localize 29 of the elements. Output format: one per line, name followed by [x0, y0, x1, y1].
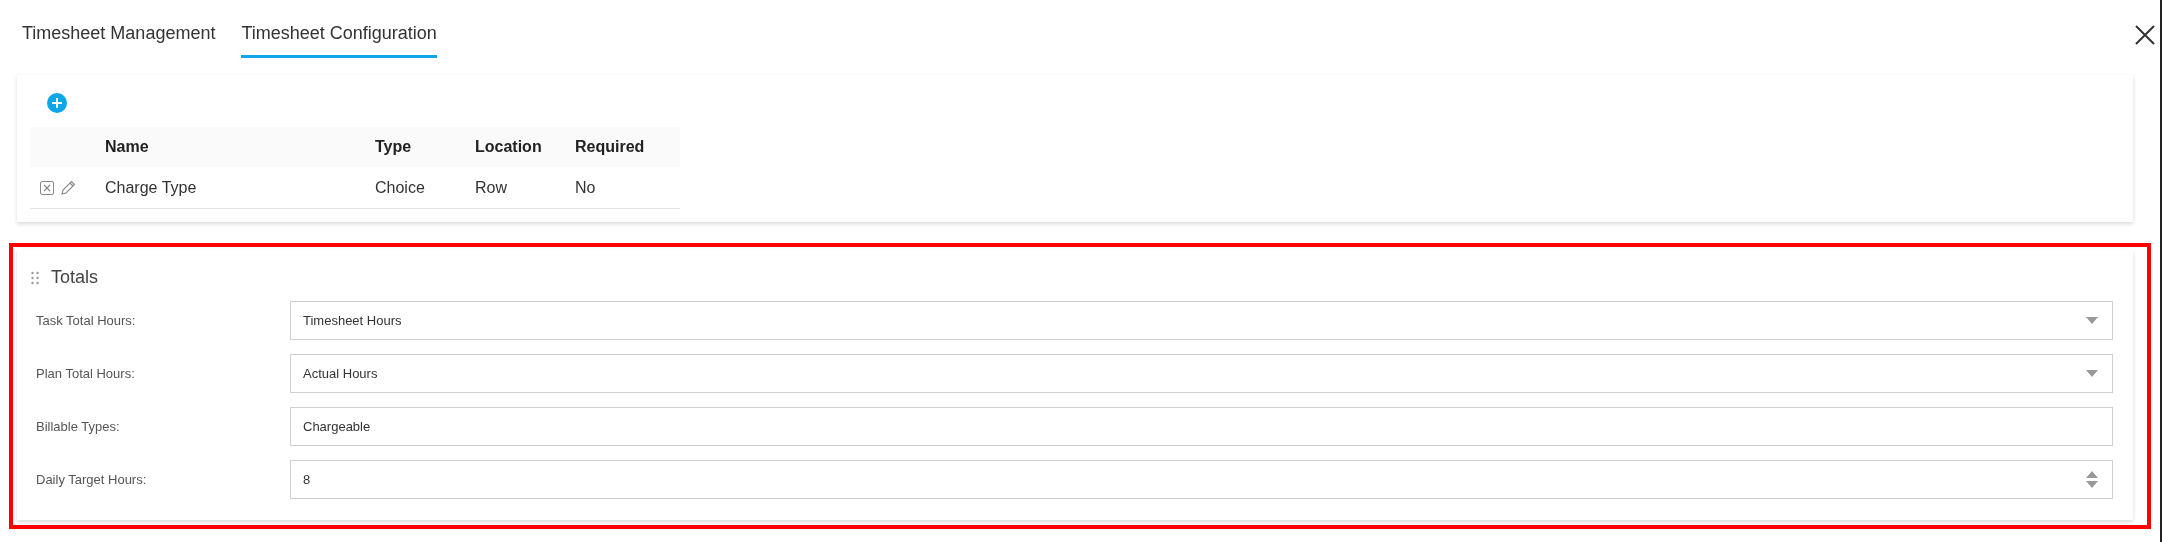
column-header: Name	[105, 137, 150, 157]
close-button[interactable]	[2134, 24, 2156, 46]
field-label: Task Total Hours:	[36, 311, 137, 330]
column-header: Required	[575, 137, 646, 157]
close-icon	[2135, 25, 2155, 45]
tab[interactable]: Timesheet Configuration	[241, 20, 437, 58]
table-cell-text: No	[575, 177, 597, 198]
field-label: Daily Target Hours:	[36, 470, 148, 489]
caret-down-icon	[2086, 370, 2098, 377]
tab[interactable]: Timesheet Management	[22, 20, 216, 58]
table-cell-text: Row	[475, 177, 508, 198]
table-cell-text: Choice	[375, 177, 426, 198]
field-label: Billable Types:	[36, 417, 121, 436]
delete-icon[interactable]	[40, 180, 54, 195]
table-cell-text: Charge Type	[105, 177, 198, 198]
add-button[interactable]	[47, 93, 67, 113]
column-header: Type	[375, 137, 413, 157]
pencil-icon[interactable]	[60, 179, 76, 196]
plus-icon	[51, 97, 63, 109]
drag-handle-icon[interactable]	[31, 270, 39, 285]
field-label: Plan Total Hours:	[36, 364, 136, 383]
input-field[interactable]: Chargeable	[290, 407, 2113, 446]
dropdown[interactable]: Actual Hours	[290, 354, 2113, 393]
caret-down-icon	[2086, 317, 2098, 324]
section-title: Totals	[51, 266, 99, 289]
dropdown[interactable]: Timesheet Hours	[290, 301, 2113, 340]
number-field[interactable]: 8	[290, 460, 2113, 499]
column-header: Location	[475, 137, 543, 157]
spinner-icon[interactable]	[2086, 471, 2098, 488]
